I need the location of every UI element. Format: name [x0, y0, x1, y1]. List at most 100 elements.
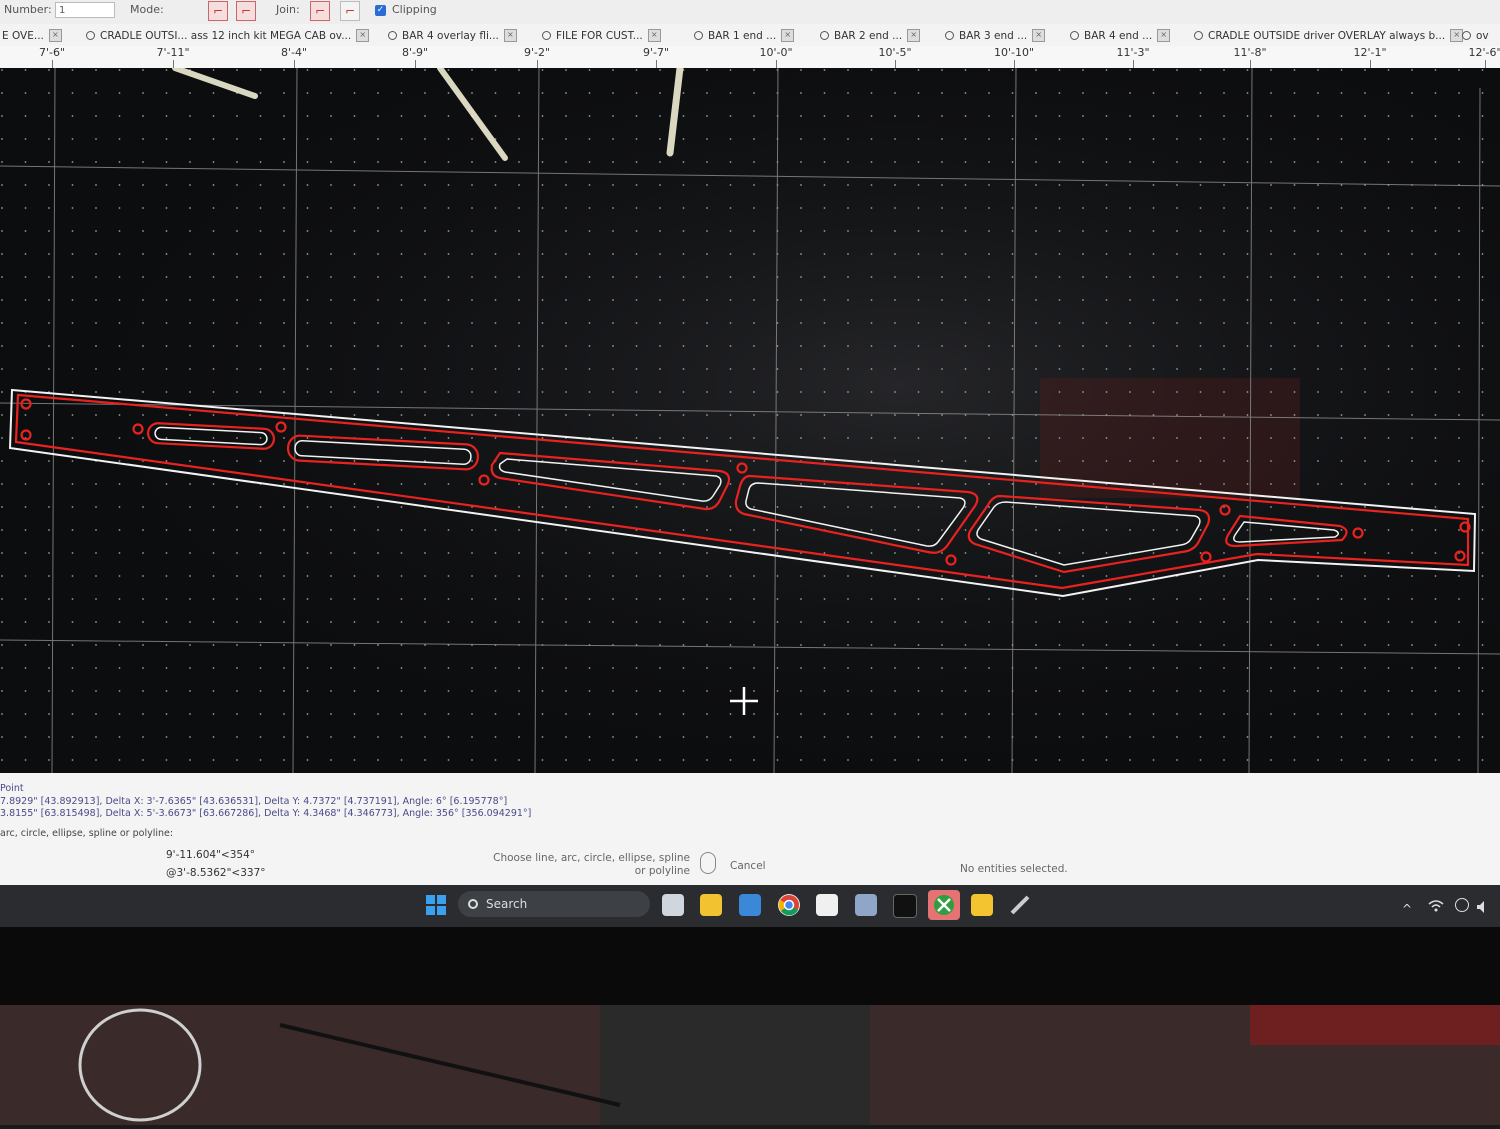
ruler-tick-label: 12'-6" [1468, 46, 1500, 59]
join-square-icon[interactable]: ⌐ [340, 1, 360, 21]
tab-label: BAR 4 end ... [1084, 29, 1153, 42]
file-icon [945, 31, 954, 40]
tab-label: BAR 4 overlay fli... [402, 29, 499, 42]
document-tabs: E OVE... × CRADLE OUTSI... ass 12 inch k… [0, 24, 1500, 47]
chevron-up-icon[interactable]: ^ [1402, 902, 1412, 916]
mode-corner-icon[interactable]: ⌐ [208, 1, 228, 21]
mode-label: Mode: [130, 3, 164, 16]
join-corner-icon[interactable]: ⌐ [310, 1, 330, 21]
taskbar-search[interactable]: Search [458, 891, 650, 917]
drawing-canvas[interactable] [0, 68, 1500, 773]
tab-7[interactable]: BAR 4 end ... × [1070, 27, 1171, 44]
file-icon [542, 31, 551, 40]
top-toolbar: Number: 1 Mode: ⌐ ⌐ Join: ⌐ ⌐ ✓ Clipping [0, 0, 1500, 25]
close-icon[interactable]: × [48, 29, 62, 42]
file-icon [820, 31, 829, 40]
close-icon[interactable]: × [356, 29, 370, 42]
tab-label: BAR 3 end ... [959, 29, 1028, 42]
search-app-icon[interactable] [855, 894, 877, 916]
tab-8[interactable]: CRADLE OUTSIDE driver OVERLAY always b..… [1194, 27, 1464, 44]
selection-status: No entities selected. [960, 863, 1068, 875]
file-icon [694, 31, 703, 40]
globe-icon[interactable] [1455, 898, 1469, 912]
ruler-tick-label: 7'-6" [38, 46, 66, 59]
coordinate-readout: 9'-11.604"<354° @3'-8.5362"<337° [160, 845, 295, 883]
ruler-tick-mark [1133, 60, 1134, 68]
tab-label: CRADLE OUTSI... ass 12 inch kit MEGA CAB… [100, 29, 352, 42]
mode-corner-alt-icon[interactable]: ⌐ [236, 1, 256, 21]
ruler-tick-mark [656, 60, 657, 68]
network-icon[interactable] [1428, 898, 1444, 912]
close-icon[interactable]: × [1032, 29, 1046, 42]
number-field[interactable]: 1 [55, 2, 115, 18]
ruler-tick-mark [1485, 60, 1486, 68]
close-icon[interactable]: × [907, 29, 921, 42]
ruler-tick-label: 8'-9" [401, 46, 429, 59]
file-icon [1462, 31, 1471, 40]
file-explorer-icon[interactable] [700, 894, 722, 916]
tab-4[interactable]: BAR 1 end ... × [694, 27, 795, 44]
tab-label: BAR 1 end ... [708, 29, 777, 42]
command-line[interactable]: arc, circle, ellipse, spline or polyline… [0, 828, 173, 839]
number-label: Number: [4, 3, 52, 16]
tab-label: BAR 2 end ... [834, 29, 903, 42]
ruler-tick-mark [173, 60, 174, 68]
ruler-tick-label: 10'-5" [878, 46, 912, 59]
coord-primary: 9'-11.604"<354° [166, 849, 256, 861]
xbox-icon[interactable] [928, 890, 960, 920]
status-line-1: 7.8929" [43.892913], Delta X: 3'-7.6365"… [0, 796, 508, 807]
tab-6[interactable]: BAR 3 end ... × [945, 27, 1046, 44]
ruler-tick-label: 12'-1" [1353, 46, 1387, 59]
search-label: Search [486, 897, 528, 911]
ruler-tick-mark [1250, 60, 1251, 68]
security-shield-icon[interactable] [971, 894, 993, 916]
file-icon [1070, 31, 1079, 40]
ruler-tick-mark [415, 60, 416, 68]
tab-5[interactable]: BAR 2 end ... × [820, 27, 921, 44]
ruler-tick-label: 9'-2" [523, 46, 551, 59]
monitor-bezel [0, 927, 1500, 1007]
ruler-tick-label: 10'-0" [759, 46, 793, 59]
close-icon[interactable]: × [503, 29, 517, 42]
ruler-tick-mark [294, 60, 295, 68]
speaker-icon[interactable] [1476, 899, 1490, 913]
join-label: Join: [276, 3, 300, 16]
status-line-2: 3.8155" [63.815498], Delta X: 5'-3.6673"… [0, 808, 532, 819]
close-icon[interactable]: × [1157, 29, 1171, 42]
status-header: Point [0, 783, 24, 794]
clipping-checkbox[interactable]: ✓ [375, 5, 386, 16]
cad-app-icon[interactable] [816, 894, 838, 916]
horizontal-ruler: 7'-6" 7'-11" 8'-4" 8'-9" 9'-2" 9'-7" 10'-0" 10'… [0, 46, 1500, 69]
tab-0[interactable]: E OVE... × [2, 27, 62, 44]
file-icon [1194, 31, 1203, 40]
ruler-tick-mark [52, 60, 53, 68]
task-view-icon[interactable] [662, 894, 684, 916]
close-icon[interactable]: × [781, 29, 795, 42]
mouse-icon [700, 852, 716, 874]
windows-start-icon[interactable] [425, 894, 447, 916]
ruler-tick-label: 7'-11" [156, 46, 190, 59]
file-icon [86, 31, 95, 40]
tab-2[interactable]: BAR 4 overlay fli... × [388, 27, 517, 44]
command-prompt: Choose line, arc, circle, ellipse, splin… [493, 852, 690, 877]
cancel-button[interactable]: Cancel [730, 860, 766, 872]
vmd-app-icon[interactable] [893, 894, 917, 918]
ruler-tick-mark [1370, 60, 1371, 68]
ruler-tick-mark [895, 60, 896, 68]
tool-app-icon[interactable] [1009, 894, 1031, 916]
tab-label: E OVE... [2, 29, 44, 42]
ruler-tick-mark [776, 60, 777, 68]
tab-1[interactable]: CRADLE OUTSI... ass 12 inch kit MEGA CAB… [86, 27, 370, 44]
close-icon[interactable]: × [647, 29, 661, 42]
tab-9[interactable]: ov [1462, 27, 1489, 44]
desk-area [0, 1005, 1500, 1125]
ruler-tick-mark [537, 60, 538, 68]
photos-icon[interactable] [739, 894, 761, 916]
ruler-tick-label: 11'-8" [1233, 46, 1267, 59]
ruler-tick-label: 9'-7" [642, 46, 670, 59]
tab-label: FILE FOR CUST... [556, 29, 643, 42]
tab-3[interactable]: FILE FOR CUST... × [542, 27, 661, 44]
ruler-tick-label: 10'-10" [993, 46, 1035, 59]
tab-label: CRADLE OUTSIDE driver OVERLAY always b..… [1208, 29, 1446, 42]
chrome-icon[interactable] [778, 894, 800, 916]
